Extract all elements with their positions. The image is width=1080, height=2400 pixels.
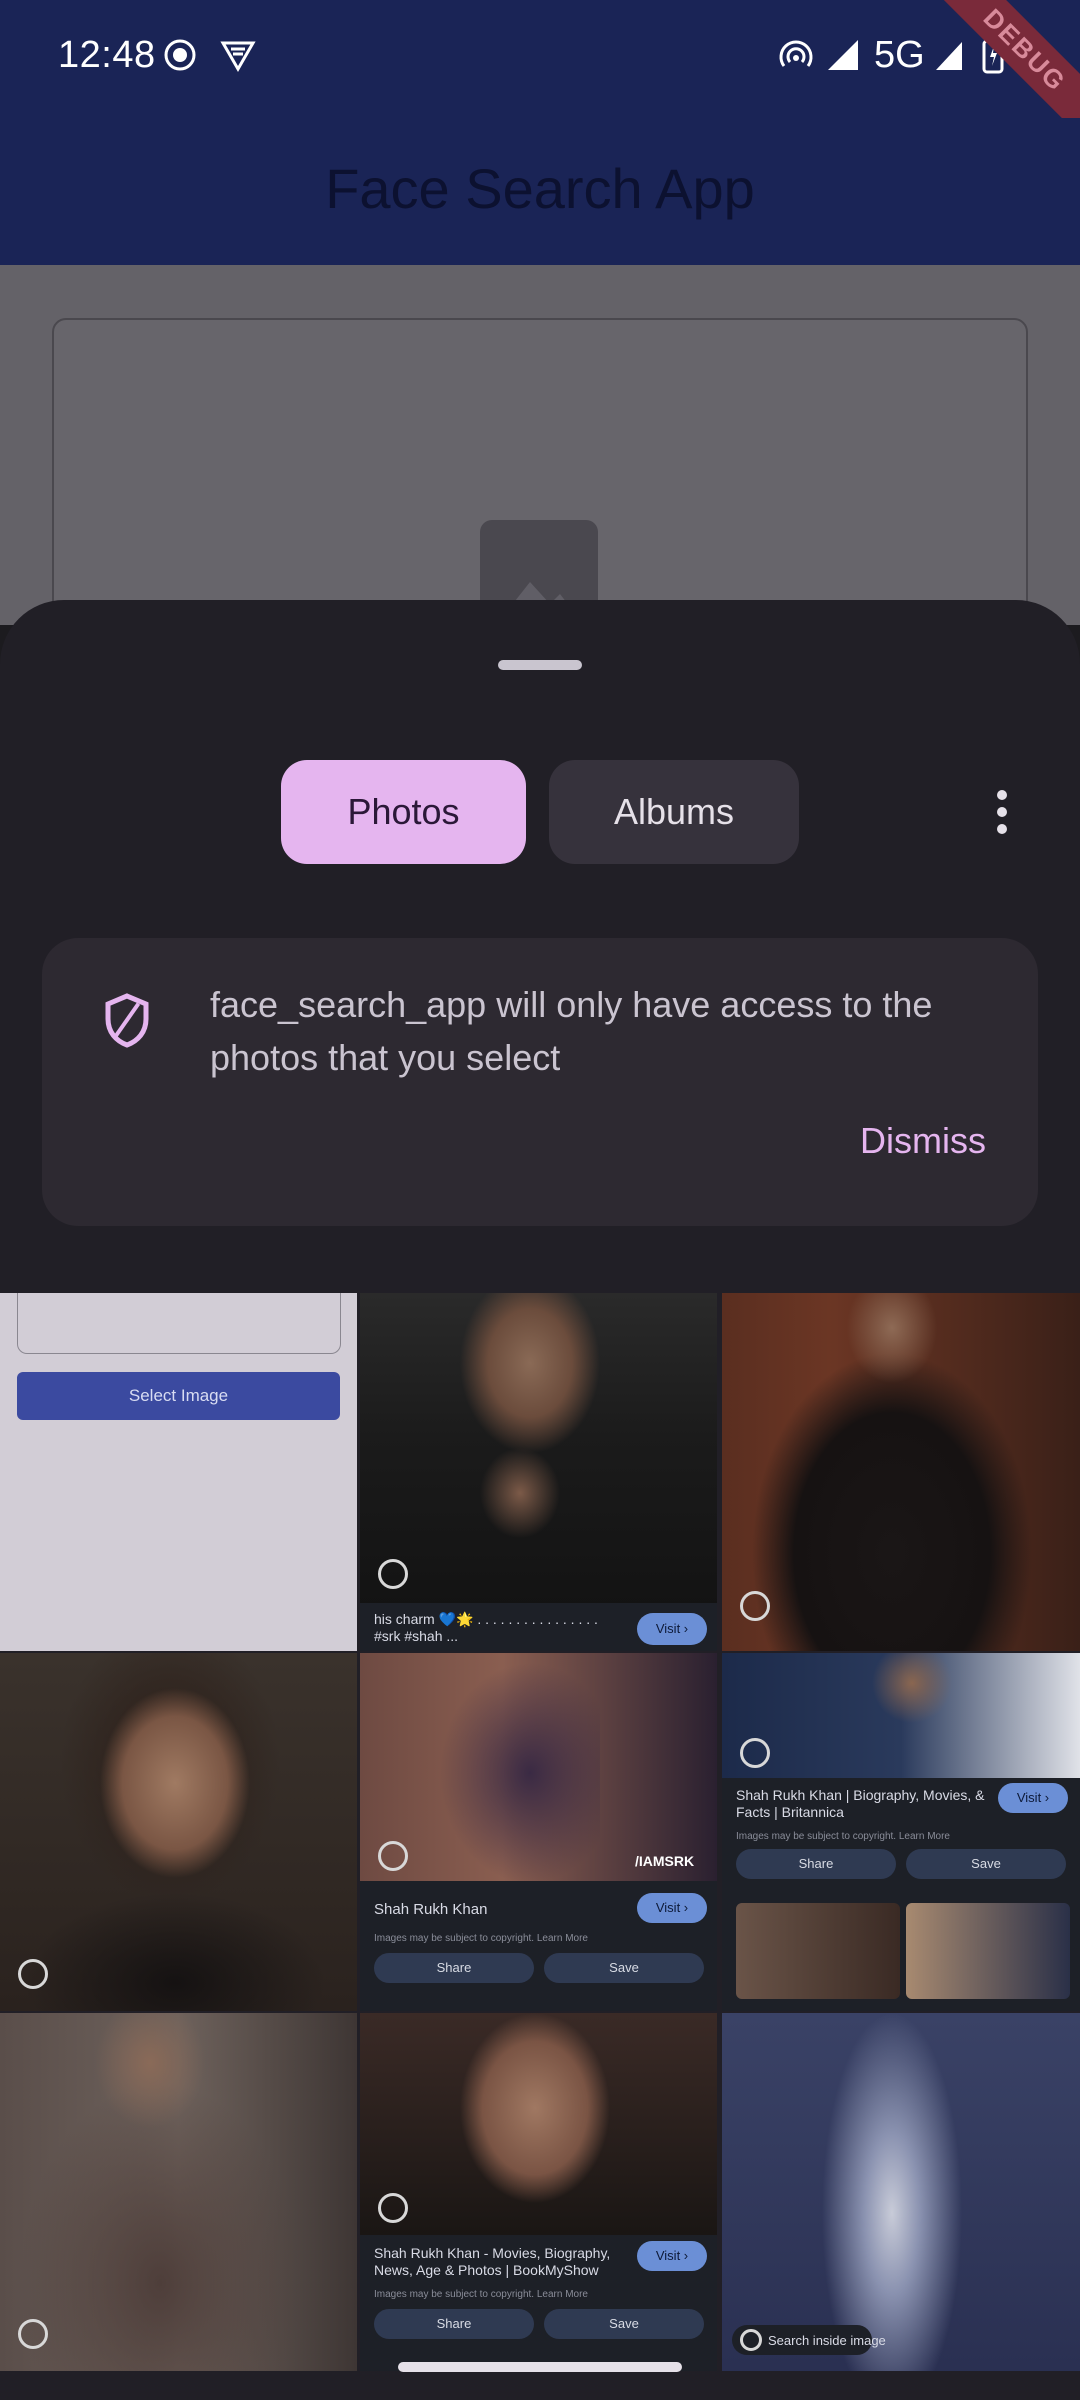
lens-icon xyxy=(378,1841,408,1871)
signal-icon xyxy=(934,38,964,77)
visit-chip: Visit › xyxy=(637,2241,707,2271)
lens-icon xyxy=(378,2193,408,2223)
lens-icon xyxy=(378,1559,408,1589)
photo-thumbnail[interactable]: /IAMSRK Shah Rukh Khan Visit › Images ma… xyxy=(360,1653,717,2011)
more-options-icon[interactable] xyxy=(990,790,1014,838)
lens-icon xyxy=(740,2329,762,2351)
share-chip: Share xyxy=(736,1849,896,1879)
lens-icon xyxy=(18,1959,48,1989)
search-inside-label: Search inside image xyxy=(768,2333,886,2348)
result-title: Shah Rukh Khan - Movies, Biography, News… xyxy=(374,2245,611,2278)
access-notice-text: face_search_app will only have access to… xyxy=(210,984,933,1078)
save-chip: Save xyxy=(544,2309,704,2339)
photo-thumbnail[interactable]: Shah Rukh Khan | Biography, Movies, & Fa… xyxy=(722,1653,1080,2011)
copyright-note: Images may be subject to copyright. Lear… xyxy=(374,2289,588,2300)
visit-chip: Visit › xyxy=(998,1783,1068,1813)
vpn-icon xyxy=(220,38,256,77)
network-type: 5G xyxy=(874,34,925,76)
share-chip: Share xyxy=(374,1953,534,1983)
app-bar: Face Search App xyxy=(0,118,1080,265)
photo-thumbnail[interactable] xyxy=(0,2013,357,2371)
lens-icon xyxy=(740,1738,770,1768)
drag-handle[interactable] xyxy=(498,660,582,670)
signal-icon xyxy=(826,38,862,77)
photo-thumbnail[interactable] xyxy=(0,1653,357,2011)
photo-grid: Select Image his charm 💙🌟 . . . . . . . … xyxy=(0,1293,1080,2373)
photo-thumbnail[interactable]: Search inside image xyxy=(722,2013,1080,2371)
visit-chip: Visit › xyxy=(637,1613,707,1645)
status-time: 12:48 xyxy=(58,34,156,76)
shield-icon xyxy=(102,992,152,1053)
gesture-nav-bar[interactable] xyxy=(398,2362,682,2372)
tab-albums[interactable]: Albums xyxy=(549,760,799,864)
photo-thumbnail[interactable] xyxy=(722,1293,1080,1651)
status-bar: 12:48 5G DEBUG xyxy=(0,0,1080,147)
photo-thumbnail[interactable]: Shah Rukh Khan - Movies, Biography, News… xyxy=(360,2013,717,2371)
copyright-note: Images may be subject to copyright. Lear… xyxy=(374,1933,588,1944)
copyright-note: Images may be subject to copyright. Lear… xyxy=(736,1831,950,1842)
hotspot-icon xyxy=(778,38,814,77)
app-title: Face Search App xyxy=(325,157,755,220)
lens-icon xyxy=(740,1591,770,1621)
dismiss-button[interactable]: Dismiss xyxy=(860,1120,986,1162)
save-chip: Save xyxy=(906,1849,1066,1879)
visit-chip: Visit › xyxy=(637,1893,707,1923)
access-notice-card: face_search_app will only have access to… xyxy=(42,938,1038,1226)
result-title: Shah Rukh Khan | Biography, Movies, & Fa… xyxy=(736,1787,985,1820)
watermark-text: /IAMSRK xyxy=(635,1853,695,1869)
photo-thumbnail[interactable]: his charm 💙🌟 . . . . . . . . . . . . . .… xyxy=(360,1293,717,1651)
save-chip: Save xyxy=(544,1953,704,1983)
record-icon xyxy=(163,38,197,77)
share-chip: Share xyxy=(374,2309,534,2339)
photo-caption: his charm 💙🌟 . . . . . . . . . . . . . .… xyxy=(374,1611,598,1644)
text-field xyxy=(17,1293,341,1354)
select-image-button: Select Image xyxy=(17,1372,340,1420)
photo-thumbnail[interactable]: Select Image xyxy=(0,1293,357,1651)
tab-photos[interactable]: Photos xyxy=(281,760,526,864)
result-title: Shah Rukh Khan xyxy=(374,1901,488,1918)
lens-icon xyxy=(18,2319,48,2349)
